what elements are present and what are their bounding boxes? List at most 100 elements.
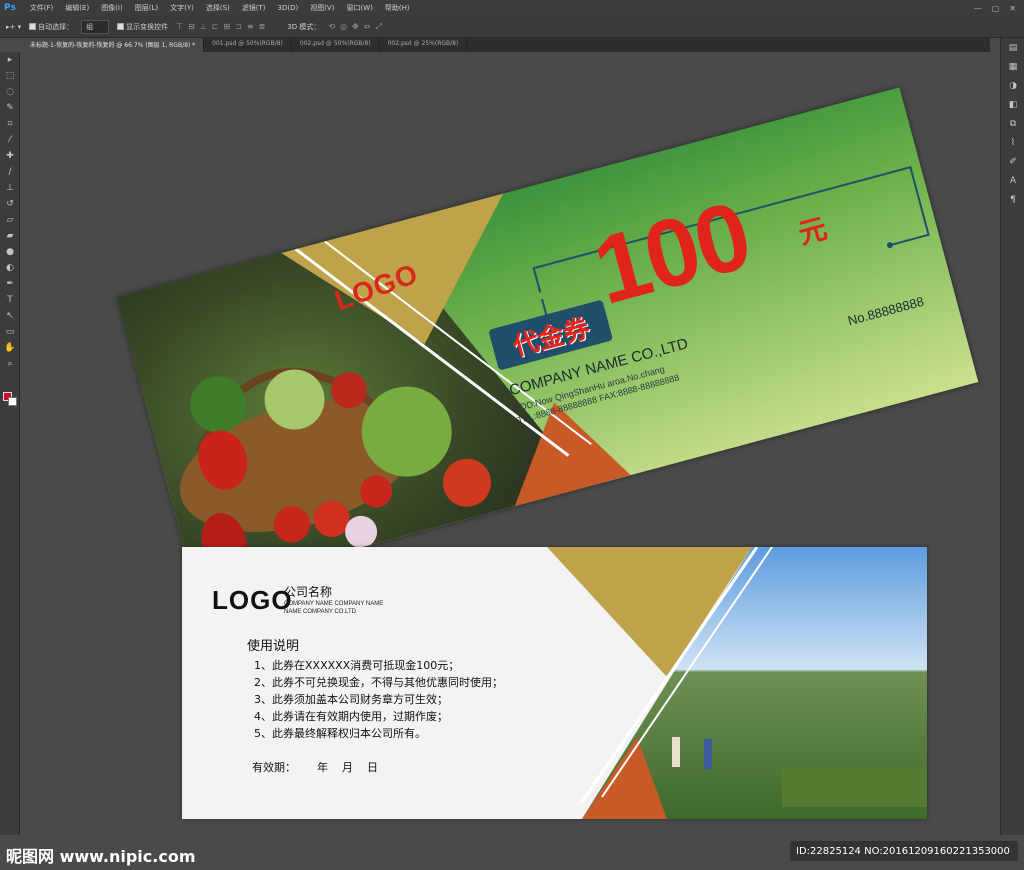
quick-select-tool-icon[interactable]: ✎ <box>0 100 20 116</box>
back-company-en-line: NAME COMPANY CO.LTD <box>284 609 357 615</box>
usage-rules: 1、此券在XXXXXX消费可抵现金100元； 2、此券不可兑换现金，不得与其他优… <box>254 657 503 742</box>
checkbox-icon <box>117 23 125 30</box>
menu-image[interactable]: 图像(I) <box>95 3 129 13</box>
right-panel-dock: ▤ ▦ ◑ ◧ ⧉ ⌇ ✐ A ¶ <box>1000 38 1024 870</box>
minimize-icon[interactable]: — <box>974 4 982 13</box>
maximize-icon[interactable]: ▢ <box>992 4 1000 13</box>
menu-bar: Ps 文件(F) 编辑(E) 图像(I) 图层(L) 文字(Y) 选择(S) 滤… <box>0 0 1024 16</box>
shape-tool-icon[interactable]: ▭ <box>0 324 20 340</box>
blur-tool-icon[interactable]: ● <box>0 244 20 260</box>
3d-slide-icon[interactable]: ⇔ <box>364 22 371 32</box>
marquee-tool-icon[interactable]: ⬚ <box>0 68 20 84</box>
channels-icon[interactable]: ⧉ <box>1001 114 1024 133</box>
healing-tool-icon[interactable]: ✚ <box>0 148 20 164</box>
align-middle-icon[interactable]: ⊟ <box>188 22 195 31</box>
paths-icon[interactable]: ⌇ <box>1001 133 1024 152</box>
menu-select[interactable]: 选择(S) <box>200 3 236 13</box>
properties-icon[interactable]: ▦ <box>1001 57 1024 76</box>
menu-window[interactable]: 窗口(W) <box>340 3 378 13</box>
zoom-tool-icon[interactable]: ⌕ <box>0 356 20 372</box>
3d-mode-label: 3D 模式： <box>287 22 321 31</box>
photoshop-window: Ps 文件(F) 编辑(E) 图像(I) 图层(L) 文字(Y) 选择(S) 滤… <box>0 0 1024 870</box>
character-icon[interactable]: A <box>1001 171 1024 190</box>
gradient-tool-icon[interactable]: ▰ <box>0 228 20 244</box>
document-canvas[interactable]: LOGO 100 元 代金券 COMPANY NAME CO.,LTD ADD:… <box>22 52 998 870</box>
frame-dot <box>886 242 893 249</box>
move-tool-icon[interactable]: ▸ <box>0 52 20 68</box>
walking-person <box>704 739 712 769</box>
tools-panel: ▸ ⬚ ◌ ✎ ⌗ ⁄ ✚ ∕ ⊥ ↺ ▱ ▰ ● ◐ ✒ T ↖ ▭ ✋ ⌕ <box>0 52 20 870</box>
window-controls: — ▢ ✕ <box>974 4 1024 13</box>
validity-line: 有效期： 年 月 日 <box>252 761 378 774</box>
paragraph-icon[interactable]: ¶ <box>1001 190 1024 209</box>
3d-rotate-icon[interactable]: ⟲ <box>328 22 335 32</box>
tab-document-4[interactable]: 002.psd @ 25%(RGB/8) <box>380 38 468 52</box>
align-buttons: ⊤ ⊟ ⊥ ⊏ ⊞ ⊐ ≡ ≣ <box>176 22 265 31</box>
eyedropper-tool-icon[interactable]: ⁄ <box>0 132 20 148</box>
app-logo: Ps <box>4 3 16 13</box>
3d-pan-icon[interactable]: ✥ <box>352 22 359 32</box>
close-icon[interactable]: ✕ <box>1009 4 1016 13</box>
watermark-strip: 昵图网 www.nipic.com ID:22825124 NO:2016120… <box>0 835 1024 870</box>
options-bar: ▸+ ▾ 自动选择： 组 显示变换控件 ⊤ ⊟ ⊥ ⊏ ⊞ ⊐ ≡ ≣ 3D 模… <box>0 16 1024 38</box>
3d-mode-buttons: ⟲ ◎ ✥ ⇔ ⤢ <box>328 22 382 32</box>
align-center-icon[interactable]: ⊞ <box>223 22 230 31</box>
align-bottom-icon[interactable]: ⊥ <box>200 22 207 31</box>
menu-file[interactable]: 文件(F) <box>24 3 60 13</box>
brush-icon[interactable]: ✐ <box>1001 152 1024 171</box>
3d-scale-icon[interactable]: ⤢ <box>375 22 381 32</box>
show-transform-label: 显示变换控件 <box>126 22 169 31</box>
brush-tool-icon[interactable]: ∕ <box>0 164 20 180</box>
auto-select-dropdown[interactable]: 组 <box>81 19 110 34</box>
3d-roll-icon[interactable]: ◎ <box>340 22 347 32</box>
back-company-en: COMPANY NAME COMPANY NAME NAME COMPANY C… <box>284 600 383 616</box>
distribute-icon[interactable]: ≣ <box>259 22 266 31</box>
walking-person <box>672 737 680 767</box>
pen-tool-icon[interactable]: ✒ <box>0 276 20 292</box>
image-id-watermark: ID:22825124 NO:20161209160221353000 <box>790 841 1018 861</box>
tab-document-1[interactable]: 未标题-1-恢复的-恢复的-恢复的 @ 66.7% (图层 1, RGB/8) … <box>22 38 205 52</box>
path-select-tool-icon[interactable]: ↖ <box>0 308 20 324</box>
usage-rule: 1、此券在XXXXXX消费可抵现金100元； <box>254 659 460 672</box>
history-brush-tool-icon[interactable]: ↺ <box>0 196 20 212</box>
menu-3d[interactable]: 3D(D) <box>272 4 305 12</box>
usage-rule: 3、此券须加盖本公司财务章方可生效； <box>254 693 448 706</box>
history-icon[interactable]: ▤ <box>1001 38 1024 57</box>
back-logo: LOGO <box>212 585 293 615</box>
show-transform-checkbox[interactable]: 显示变换控件 <box>117 22 168 32</box>
usage-title: 使用说明 <box>247 639 300 654</box>
usage-rule: 5、此券最终解释权归本公司所有。 <box>254 727 426 740</box>
back-company-name: 公司名称 <box>284 585 333 599</box>
type-tool-icon[interactable]: T <box>0 292 20 308</box>
usage-rule: 2、此券不可兑换现金，不得与其他优惠同时使用； <box>254 676 503 689</box>
align-right-icon[interactable]: ⊐ <box>235 22 242 31</box>
menu-type[interactable]: 文字(Y) <box>164 3 200 13</box>
usage-rule: 4、此券请在有效期内使用，过期作废； <box>254 710 448 723</box>
crop-tool-icon[interactable]: ⌗ <box>0 116 20 132</box>
align-left-icon[interactable]: ⊏ <box>212 22 219 31</box>
auto-select-checkbox[interactable]: 自动选择： <box>29 22 73 32</box>
eraser-tool-icon[interactable]: ▱ <box>0 212 20 228</box>
back-company-en-line: COMPANY NAME COMPANY NAME <box>284 601 384 607</box>
document-tabs: 未标题-1-恢复的-恢复的-恢复的 @ 66.7% (图层 1, RGB/8) … <box>22 38 990 52</box>
stamp-tool-icon[interactable]: ⊥ <box>0 180 20 196</box>
auto-select-label: 自动选择： <box>38 22 74 31</box>
tab-document-2[interactable]: 001.psd @ 50%(RGB/8) <box>204 38 292 52</box>
distribute-icon[interactable]: ≡ <box>247 22 254 31</box>
adjustments-icon[interactable]: ◑ <box>1001 76 1024 95</box>
align-top-icon[interactable]: ⊤ <box>176 22 183 31</box>
dodge-tool-icon[interactable]: ◐ <box>0 260 20 276</box>
tab-document-3[interactable]: 002.psd @ 50%(RGB/8) <box>292 38 380 52</box>
voucher-back: LOGO 公司名称 COMPANY NAME COMPANY NAME NAME… <box>182 547 927 819</box>
background-color-swatch[interactable] <box>8 397 17 406</box>
menu-layer[interactable]: 图层(L) <box>129 3 164 13</box>
voucher-front: LOGO 100 元 代金券 COMPANY NAME CO.,LTD ADD:… <box>117 87 979 592</box>
hand-tool-icon[interactable]: ✋ <box>0 340 20 356</box>
move-tool-preset-icon[interactable]: ▸+ ▾ <box>6 23 21 31</box>
menu-view[interactable]: 视图(V) <box>304 3 340 13</box>
menu-filter[interactable]: 滤镜(T) <box>236 3 272 13</box>
layers-icon[interactable]: ◧ <box>1001 95 1024 114</box>
menu-edit[interactable]: 编辑(E) <box>59 3 95 13</box>
menu-help[interactable]: 帮助(H) <box>379 3 416 13</box>
lasso-tool-icon[interactable]: ◌ <box>0 84 20 100</box>
